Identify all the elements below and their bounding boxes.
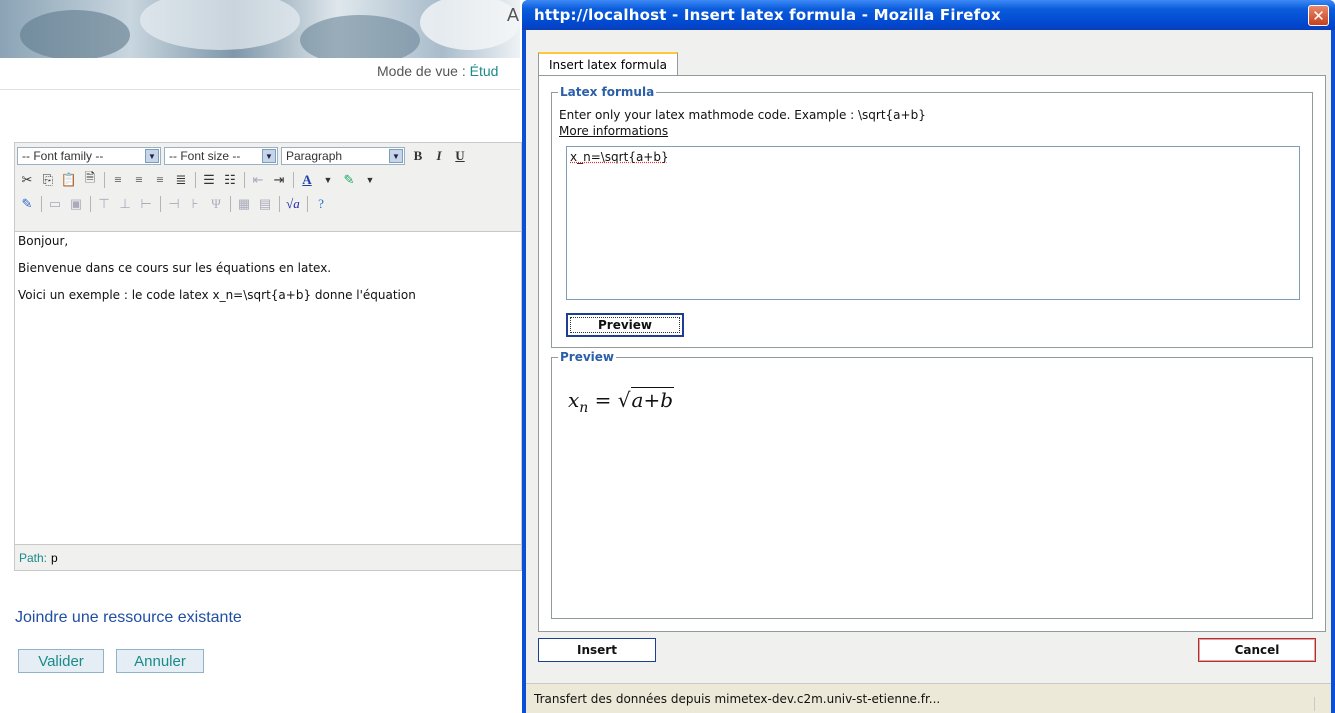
latex-input-value: x_n=\sqrt{a+b} [570,150,669,164]
toolbar-separator [230,196,231,212]
status-bar: Transfert des données depuis mimetex-dev… [526,683,1331,713]
paste-word-icon[interactable]: 🗎 [80,170,100,190]
content-paragraph: Bienvenue dans ce cours sur les équation… [18,261,332,275]
numbered-list-icon[interactable]: ☷ [220,170,240,190]
sqrt-icon: √ [617,388,631,412]
paste-icon[interactable]: 📋 [59,170,79,190]
toolbar-separator [104,172,105,188]
toolbar-separator [195,172,196,188]
text-color-icon[interactable]: A [297,170,317,190]
toolbar-separator [244,172,245,188]
latex-input[interactable]: x_n=\sqrt{a+b} [566,146,1300,300]
chevron-down-icon: ▼ [262,149,276,163]
formula-radicand: a+b [630,387,675,412]
chevron-down-icon[interactable]: ▼ [360,170,380,190]
attach-resource-link[interactable]: Joindre une ressource existante [15,609,242,627]
font-size-select[interactable]: -- Font size -- ▼ [164,147,278,165]
delete-col-icon[interactable]: Ψ [206,194,226,214]
validate-button[interactable]: Valider [18,649,104,673]
toolbar-separator [41,196,42,212]
view-mode: Mode de vue : Étud [377,63,498,79]
latex-legend: Latex formula [558,85,657,99]
window-title: http://localhost - Insert latex formula … [534,6,1001,24]
table-row-props-icon[interactable]: ▭ [45,194,65,214]
content-paragraph: Voici un exemple : le code latex x_n=\sq… [18,288,416,302]
latex-dialog-window: http://localhost - Insert latex formula … [522,0,1335,713]
preview-button[interactable]: Preview [566,313,684,337]
align-right-icon[interactable]: ≡ [150,170,170,190]
chevron-down-icon: ▼ [389,149,403,163]
format-value: Paragraph [286,149,343,163]
header-banner-image [0,0,520,58]
chevron-down-icon: ▼ [145,149,159,163]
editor-path-bar: Path: p [15,544,521,570]
chevron-down-icon[interactable]: ▼ [318,170,338,190]
banner-text: A [507,5,520,25]
latex-fieldset: Latex formula Enter only your latex math… [551,85,1313,348]
insert-col-after-icon[interactable]: ⊦ [185,194,205,214]
highlight-color-icon[interactable]: ✎ [339,170,359,190]
toolbar-separator [307,196,308,212]
resize-grip-icon[interactable] [1314,697,1329,711]
formula-subscript: n [579,400,589,416]
insert-button[interactable]: Insert [538,638,656,662]
tab-insert-latex[interactable]: Insert latex formula [538,52,678,76]
copy-icon[interactable]: ⎘ [38,170,58,190]
font-family-select[interactable]: -- Font family -- ▼ [17,147,161,165]
insert-row-before-icon[interactable]: ⊤ [94,194,114,214]
font-family-value: -- Font family -- [22,149,104,163]
content-paragraph: Bonjour, [18,234,69,248]
bold-button[interactable]: B [408,146,428,166]
path-value[interactable]: p [51,551,58,565]
status-text: Transfert des données depuis mimetex-dev… [534,691,941,706]
bullet-list-icon[interactable]: ☰ [199,170,219,190]
insert-row-after-icon[interactable]: ⊥ [115,194,135,214]
toolbar-separator [293,172,294,188]
preview-fieldset: Preview xn = √a+b [551,350,1313,619]
align-center-icon[interactable]: ≡ [129,170,149,190]
more-info-link[interactable]: More informations [559,124,668,138]
justify-icon[interactable]: ≣ [171,170,191,190]
table-cell-props-icon[interactable]: ▣ [66,194,86,214]
window-titlebar[interactable]: http://localhost - Insert latex formula … [522,0,1335,30]
formula-equals: = [588,388,618,412]
split-cells-icon[interactable]: ▦ [234,194,254,214]
view-mode-link[interactable]: Étud [470,63,499,79]
indent-icon[interactable]: ⇥ [269,170,289,190]
underline-button[interactable]: U [450,146,470,166]
insert-col-before-icon[interactable]: ⊣ [164,194,184,214]
formula-var: x [568,388,580,412]
cut-icon[interactable]: ✂ [17,170,37,190]
toolbar-separator [90,196,91,212]
formula-preview: xn = √a+b [568,387,675,416]
editor-content[interactable]: Bonjour, Bienvenue dans ce cours sur les… [15,232,521,526]
help-icon[interactable]: ? [311,194,331,214]
toolbar-separator [160,196,161,212]
rich-text-editor: -- Font family -- ▼ -- Font size -- ▼ Pa… [14,142,522,571]
italic-button[interactable]: I [429,146,449,166]
instructions-text: Enter only your latex mathmode code. Exa… [559,108,926,122]
view-mode-label: Mode de vue : [377,63,470,79]
latex-formula-icon[interactable]: √a [283,194,303,214]
dialog-client: Insert latex formula Latex formula Enter… [526,30,1331,713]
edit-source-icon[interactable]: ✎ [17,194,37,214]
delete-row-icon[interactable]: ⊢ [136,194,156,214]
outdent-icon[interactable]: ⇤ [248,170,268,190]
toolbar-separator [279,196,280,212]
merge-cells-icon[interactable]: ▤ [255,194,275,214]
tab-panel: Latex formula Enter only your latex math… [538,75,1326,632]
path-label: Path: [19,550,48,565]
cancel-button[interactable]: Cancel [1198,638,1316,662]
close-icon[interactable]: ✕ [1308,5,1329,26]
align-left-icon[interactable]: ≡ [108,170,128,190]
cancel-page-button[interactable]: Annuler [116,649,204,673]
font-size-value: -- Font size -- [169,149,241,163]
format-select[interactable]: Paragraph ▼ [281,147,405,165]
divider [0,89,520,90]
preview-legend: Preview [558,350,617,364]
editor-toolbar: -- Font family -- ▼ -- Font size -- ▼ Pa… [15,143,521,232]
